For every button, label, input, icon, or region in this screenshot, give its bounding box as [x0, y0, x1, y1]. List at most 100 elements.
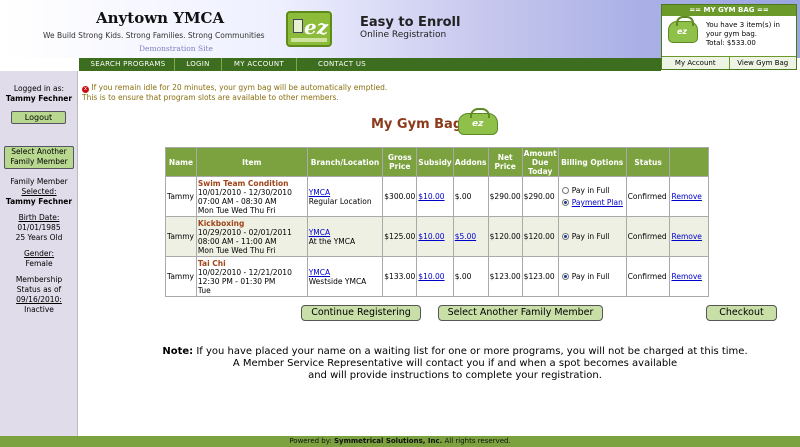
cell-remove: Remove	[669, 256, 709, 297]
billing-option-pay-full[interactable]: Pay in Full	[560, 231, 625, 243]
logged-in-info: Logged in as: Tammy Fechner	[0, 84, 78, 104]
selected-label: Selected:	[21, 187, 57, 196]
subsidy-link[interactable]: $10.00	[418, 232, 444, 241]
table-row: Tammy Swim Team Condition 10/01/2010 - 1…	[165, 176, 709, 217]
nav-login[interactable]: LOGIN	[175, 58, 222, 71]
gym-bag-icon-text: ez	[677, 27, 688, 36]
table-row: Tammy Kickboxing 10/29/2010 - 02/01/2011…	[165, 216, 709, 257]
checkout-button[interactable]: Checkout	[706, 305, 777, 321]
member-info: Family Member Selected: Tammy Fechner Bi…	[0, 177, 78, 315]
demo-site-label: Demonstration Site	[139, 44, 213, 53]
cell-due: $120.00	[521, 216, 559, 257]
age-value: 25 Years Old	[15, 233, 63, 242]
item-dates: 10/29/2010 - 02/01/2011	[197, 227, 292, 237]
selected-member-name: Tammy Fechner	[5, 197, 73, 206]
nav-search-programs[interactable]: SEARCH PROGRAMS	[82, 58, 175, 71]
table-row: Tammy Tai Chi 10/02/2010 - 12/21/2010 12…	[165, 256, 709, 297]
gym-bag-icon[interactable]: ez	[668, 16, 698, 43]
billing-option-pay-full[interactable]: Pay in Full	[560, 185, 625, 197]
cell-status: Confirmed	[625, 216, 671, 257]
org-name: Anytown YMCA	[96, 9, 225, 27]
addons-link[interactable]: $5.00	[455, 232, 476, 241]
birth-date-label: Birth Date:	[18, 213, 60, 222]
footer-prefix: Powered by:	[289, 437, 334, 445]
col-action	[669, 147, 709, 177]
remove-link[interactable]: Remove	[671, 192, 701, 201]
select-family-line2: Family Member	[10, 157, 68, 166]
ez-logo-icon: ez	[286, 11, 332, 47]
item-times: 07:00 AM - 08:30 AM	[197, 196, 277, 206]
sidebar: Logged in as: Tammy Fechner Logout Selec…	[0, 71, 78, 436]
select-another-family-member-button[interactable]: Select Another Family Member	[438, 305, 603, 321]
cell-subsidy: $10.00	[416, 256, 454, 297]
gym-bag-panel-title: == MY GYM BAG ==	[662, 5, 796, 16]
remove-link[interactable]: Remove	[671, 232, 701, 241]
my-account-link[interactable]: My Account	[662, 57, 730, 69]
cell-due: $290.00	[521, 176, 559, 217]
app-title: Easy to Enroll	[360, 15, 461, 30]
view-gym-bag-link[interactable]: View Gym Bag	[729, 57, 796, 69]
cell-status: Confirmed	[625, 176, 671, 217]
branch-link[interactable]: YMCA	[309, 268, 382, 277]
radio-payment-plan[interactable]	[561, 199, 569, 206]
status-date: 09/16/2010:	[16, 295, 62, 304]
cell-item: Swim Team Condition 10/01/2010 - 12/30/2…	[195, 176, 308, 217]
col-subsidy: Subsidy	[416, 147, 454, 177]
gym-bag-panel: == MY GYM BAG == ez You have 3 item(s) i…	[661, 4, 797, 70]
logged-in-user: Tammy Fechner	[5, 94, 73, 103]
radio-pay-in-full[interactable]	[561, 273, 569, 280]
note-line-2: A Member Service Representative will con…	[232, 358, 678, 369]
cell-net: $123.00	[487, 256, 523, 297]
cell-remove: Remove	[669, 176, 709, 217]
cell-status: Confirmed	[625, 256, 671, 297]
payment-plan-link[interactable]: Payment Plan	[572, 198, 623, 207]
note-line-3: and will provide instructions to complet…	[308, 370, 602, 381]
membership-label: Membership	[15, 275, 63, 284]
remove-link[interactable]: Remove	[671, 272, 701, 281]
billing-option-pay-full[interactable]: Pay in Full	[560, 271, 625, 283]
gym-bag-title-icon: ez	[458, 108, 498, 135]
nav-contact-us[interactable]: CONTACT US	[297, 58, 387, 71]
subsidy-link[interactable]: $10.00	[418, 192, 444, 201]
item-dates: 10/01/2010 - 12/30/2010	[197, 187, 292, 197]
cell-net: $290.00	[487, 176, 523, 217]
idle-warning: x If you remain idle for 20 minutes, you…	[82, 83, 387, 103]
footer-company: Symmetrical Solutions, Inc.	[333, 437, 443, 445]
gym-bag-links: My Account View Gym Bag	[662, 56, 796, 69]
cell-addons: $.00	[452, 256, 489, 297]
col-net: Net Price	[487, 147, 523, 177]
cell-addons: $5.00	[452, 216, 489, 257]
radio-pay-in-full[interactable]	[561, 187, 569, 194]
item-days: Tue	[197, 285, 211, 295]
radio-pay-in-full[interactable]	[561, 233, 569, 240]
location: At the YMCA	[308, 236, 356, 246]
select-family-line1: Select Another	[11, 147, 67, 156]
subsidy-link[interactable]: $10.00	[418, 272, 444, 281]
pay-in-full-label: Pay in Full	[571, 186, 610, 195]
logout-button[interactable]: Logout	[11, 111, 66, 124]
cell-branch: YMCA Westside YMCA	[306, 256, 384, 297]
document-icon	[293, 19, 303, 33]
gym-bag-table: Name Item Branch/Location Gross Price Su…	[165, 147, 709, 297]
billing-option-payment-plan[interactable]: Payment Plan	[560, 197, 625, 209]
cell-branch: YMCA At the YMCA	[306, 216, 384, 257]
item-days: Mon Tue Wed Thu Fri	[197, 245, 276, 255]
cell-gross: $125.00	[382, 216, 418, 257]
continue-registering-button[interactable]: Continue Registering	[301, 305, 421, 321]
branch-link[interactable]: YMCA	[309, 228, 382, 237]
select-family-member-button[interactable]: Select Another Family Member	[4, 146, 74, 169]
nav-my-account[interactable]: MY ACCOUNT	[222, 58, 297, 71]
item-name: Tai Chi	[197, 258, 226, 268]
cell-gross: $300.00	[382, 176, 418, 217]
col-branch: Branch/Location	[306, 147, 384, 177]
title-icon-text: ez	[472, 119, 484, 129]
branch-link[interactable]: YMCA	[309, 188, 382, 197]
cell-net: $120.00	[487, 216, 523, 257]
cell-addons: $.00	[452, 176, 489, 217]
item-name: Swim Team Condition	[197, 178, 289, 188]
cell-subsidy: $10.00	[416, 176, 454, 217]
pay-in-full-label: Pay in Full	[571, 232, 610, 241]
org-tagline: We Build Strong Kids. Strong Families. S…	[43, 31, 265, 40]
warning-line-2: This is to ensure that program slots are…	[82, 93, 339, 102]
cell-name: Tammy	[165, 216, 197, 257]
